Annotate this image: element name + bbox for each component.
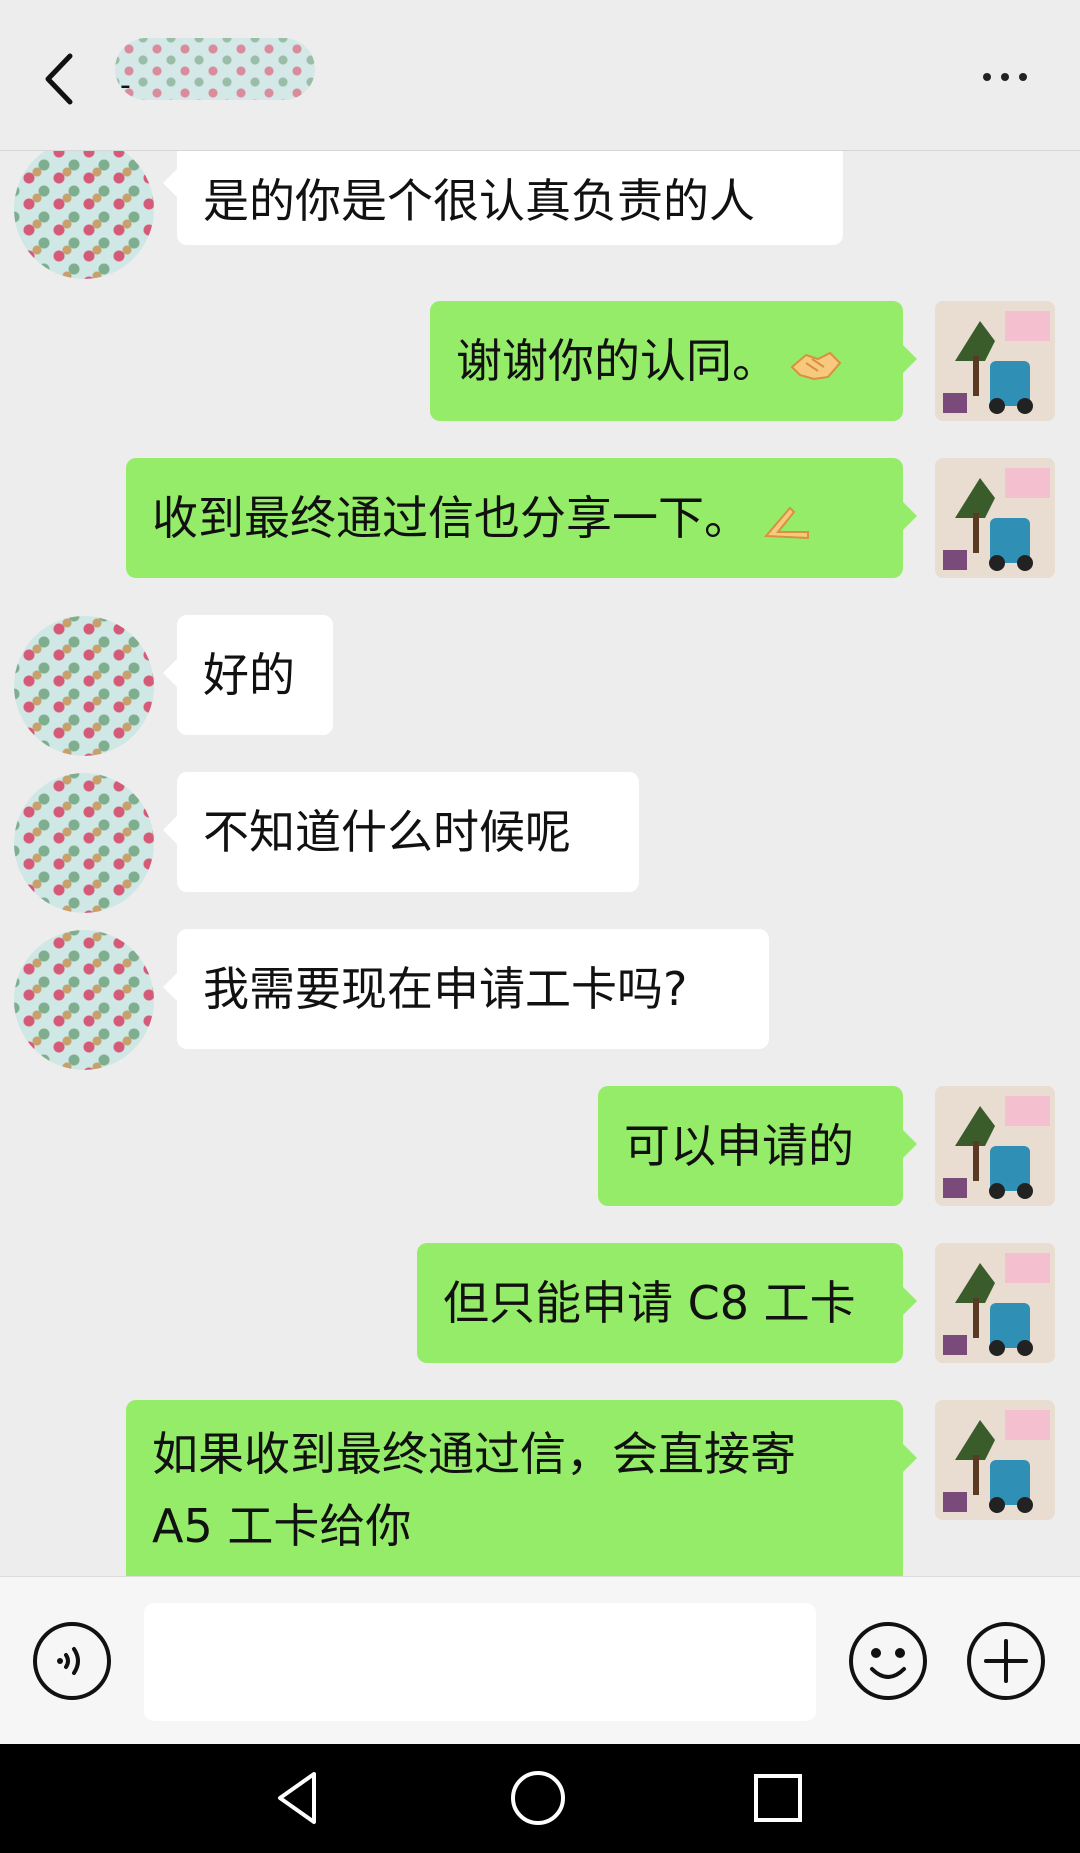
system-navigation-bar (0, 1744, 1080, 1853)
nav-home-button[interactable] (508, 1768, 568, 1828)
my-avatar[interactable] (935, 1400, 1055, 1520)
message-bubble-outgoing[interactable]: 可以申请的 (598, 1086, 917, 1206)
nav-back-button[interactable] (268, 1768, 328, 1828)
contact-avatar[interactable] (14, 930, 154, 1070)
message-input-bar (0, 1576, 1080, 1745)
my-avatar[interactable] (935, 458, 1055, 578)
more-dots-icon (983, 73, 991, 81)
message-bubble-outgoing[interactable]: 如果收到最终通过信，会直接寄 A5 工卡给你 (126, 1400, 917, 1576)
plus-icon (967, 1622, 1045, 1700)
toy-scene-image (935, 1400, 1055, 1520)
toy-scene-image (935, 458, 1055, 578)
voice-icon (33, 1622, 111, 1700)
triangle-back-icon (278, 1772, 316, 1824)
message-bubble-incoming[interactable]: 是的你是个很认真负责的人 (163, 151, 843, 245)
more-button[interactable] (970, 62, 1040, 92)
more-functions-button[interactable] (966, 1621, 1046, 1701)
message-bubble-outgoing[interactable]: 但只能申请 C8 工卡 (417, 1243, 917, 1363)
message-bubble-incoming[interactable]: 好的 (163, 615, 333, 735)
message-text: 不知道什么时候呢 (203, 805, 571, 859)
chevron-left-icon (45, 53, 73, 105)
nav-recent-apps-button[interactable] (748, 1768, 808, 1828)
message-text: 好的 (203, 648, 295, 702)
contact-avatar[interactable] (14, 151, 154, 279)
emoji-icon (849, 1622, 927, 1700)
pinched-fingers-icon (763, 506, 809, 539)
my-avatar[interactable] (935, 1086, 1055, 1206)
toy-scene-image (935, 1243, 1055, 1363)
toy-scene-image (935, 1086, 1055, 1206)
my-avatar[interactable] (935, 1243, 1055, 1363)
message-text: 谢谢你的认同。 (456, 334, 778, 388)
message-text: 可以申请的 (624, 1119, 854, 1173)
message-text: 但只能申请 C8 工卡 (443, 1276, 856, 1330)
square-recent-icon (754, 1774, 802, 1822)
message-input[interactable] (144, 1603, 816, 1721)
message-bubble-incoming[interactable]: 我需要现在申请工卡吗? (163, 929, 769, 1049)
contact-avatar[interactable] (14, 616, 154, 756)
message-bubble-outgoing[interactable]: 收到最终通过信也分享一下。 (126, 458, 917, 578)
message-text: 收到最终通过信也分享一下。 (152, 491, 750, 545)
my-avatar[interactable] (935, 301, 1055, 421)
message-bubble-outgoing[interactable]: 谢谢你的认同。 (430, 301, 917, 421)
chat-message-list[interactable]: 是的你是个很认真负责的人 谢谢你的认同。 收到最终通过信也分享一下。 好的 不知… (0, 151, 1080, 1576)
handshake-icon (790, 351, 842, 380)
message-text: 是的你是个很认真负责的人 (203, 174, 755, 228)
emoji-button[interactable] (848, 1621, 928, 1701)
contact-name-obscured (115, 38, 315, 100)
toy-scene-image (935, 301, 1055, 421)
message-text-line: 如果收到最终通过信，会直接寄 (152, 1427, 796, 1481)
chat-header: - (0, 0, 1080, 151)
contact-name: - (120, 68, 131, 103)
voice-button[interactable] (32, 1621, 112, 1701)
message-text: 我需要现在申请工卡吗? (203, 962, 688, 1016)
contact-avatar[interactable] (14, 773, 154, 913)
circle-home-icon (511, 1771, 565, 1825)
message-text-line: A5 工卡给你 (152, 1499, 412, 1553)
back-button[interactable] (38, 48, 82, 110)
message-bubble-incoming[interactable]: 不知道什么时候呢 (163, 772, 639, 892)
